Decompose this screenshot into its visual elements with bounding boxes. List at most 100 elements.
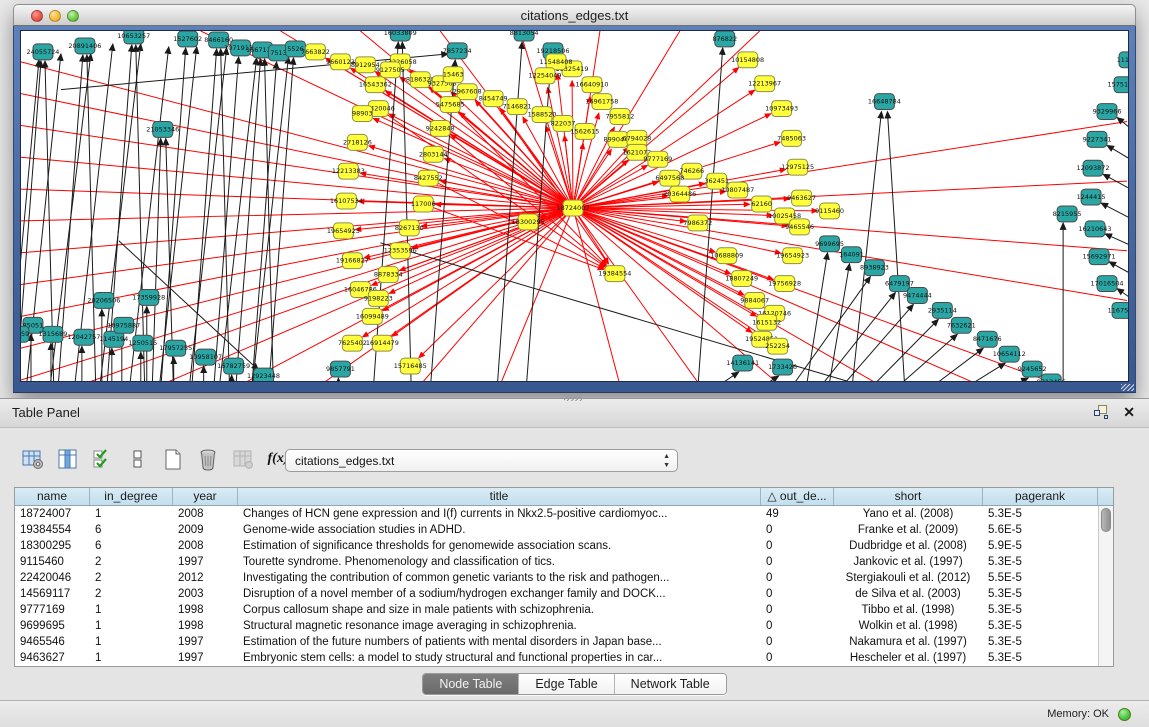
graph-node[interactable]: 20364486	[663, 186, 696, 202]
black-edge[interactable]	[693, 376, 779, 381]
graph-node[interactable]: 2803144	[419, 146, 448, 162]
graph-node[interactable]: 1167534	[1108, 302, 1128, 318]
table-selector-dropdown[interactable]: citations_edges.txt ▲▼	[285, 449, 678, 472]
graph-node[interactable]: 9699695	[815, 236, 844, 252]
graph-node[interactable]: 9777169	[643, 151, 672, 167]
graph-node[interactable]: 1250515	[128, 335, 157, 351]
graph-node[interactable]: 9329966	[1093, 104, 1122, 120]
graph-node[interactable]: 9465546	[785, 219, 814, 235]
graph-node[interactable]: 7485063	[777, 130, 806, 146]
graph-node[interactable]: 9463627	[787, 190, 816, 206]
scrollbar-thumb[interactable]	[1101, 508, 1111, 532]
graph-node[interactable]: 15751074	[1108, 77, 1128, 93]
black-edge[interactable]	[189, 49, 217, 381]
column-header-5[interactable]: short	[834, 488, 983, 505]
graph-node[interactable]: 9115460	[815, 203, 844, 219]
graph-node[interactable]: 10654112	[993, 346, 1026, 362]
table-settings-icon[interactable]	[20, 447, 46, 472]
network-canvas[interactable]: 2405572420891406106532571527602846616010…	[20, 30, 1129, 382]
memory-ok-icon[interactable]	[1118, 708, 1131, 721]
column-header-2[interactable]: year	[173, 488, 238, 505]
graph-node[interactable]: 7625402	[338, 335, 367, 351]
graph-node[interactable]: 98903	[352, 106, 373, 122]
black-edge[interactable]	[872, 348, 983, 381]
graph-node[interactable]: 7632621	[947, 317, 976, 333]
graph-node[interactable]: 9884067	[740, 293, 769, 309]
black-edge[interactable]	[917, 378, 1028, 381]
graph-node[interactable]: 16033809	[384, 31, 417, 41]
row-height-icon[interactable]	[125, 447, 151, 472]
minimize-window-button[interactable]	[49, 10, 61, 22]
red-edge[interactable]	[444, 159, 573, 208]
graph-node[interactable]: 17359928	[132, 290, 165, 306]
graph-node[interactable]: 9127505	[376, 62, 405, 78]
float-panel-icon[interactable]	[1094, 405, 1109, 420]
black-edge[interactable]	[156, 47, 197, 381]
table-scrollbar[interactable]	[1098, 506, 1113, 666]
select-rows-icon[interactable]	[90, 447, 116, 472]
red-edge[interactable]	[573, 208, 700, 381]
close-panel-icon[interactable]: ✕	[1123, 405, 1135, 420]
zoom-window-button[interactable]	[67, 10, 79, 22]
graph-node[interactable]: 8215955	[1053, 206, 1082, 222]
red-edge[interactable]	[573, 208, 620, 381]
new-table-icon[interactable]	[160, 447, 186, 472]
close-window-button[interactable]	[31, 10, 43, 22]
red-edge[interactable]	[557, 74, 573, 208]
black-edge[interactable]	[1107, 145, 1128, 169]
graph-node[interactable]: 12213383	[332, 163, 365, 179]
graph-node[interactable]: 18807249	[725, 271, 758, 287]
graph-node[interactable]: 19166827	[336, 253, 369, 269]
graph-node[interactable]: 20206506	[87, 293, 120, 309]
red-edge[interactable]	[572, 81, 573, 208]
window-resize-grip[interactable]	[1121, 384, 1134, 391]
graph-node[interactable]: 16099489	[356, 308, 389, 324]
graph-node[interactable]: 7955812	[605, 109, 634, 125]
graph-node[interactable]: 2718126	[343, 134, 372, 150]
column-chooser-icon[interactable]	[55, 447, 81, 472]
graph-node[interactable]: 1315689	[39, 326, 68, 342]
graph-node[interactable]: 1562615	[571, 123, 600, 139]
table-row[interactable]: 946362711997Embryonic stem cells: a mode…	[15, 650, 1113, 666]
graph-node[interactable]: 9857791	[326, 361, 355, 377]
graph-node[interactable]: 1733426	[768, 359, 797, 375]
graph-node[interactable]: 1615132	[752, 314, 781, 330]
graph-node[interactable]: 15463	[443, 67, 464, 83]
column-header-6[interactable]: pagerank	[983, 488, 1098, 505]
graph-node[interactable]: 876822	[712, 31, 737, 47]
graph-node[interactable]: 16914479	[366, 335, 399, 351]
window-titlebar[interactable]: citations_edges.txt	[13, 4, 1136, 26]
graph-node[interactable]: 12975125	[781, 159, 814, 175]
graph-node[interactable]: 19654923	[776, 248, 809, 264]
black-edge[interactable]	[136, 45, 146, 381]
black-edge[interactable]	[1103, 174, 1128, 198]
graph-node[interactable]: 14136141	[726, 355, 759, 371]
graph-node[interactable]: 62160	[751, 196, 772, 212]
network-graph[interactable]: 2405572420891406106532571527602846616010…	[21, 31, 1128, 381]
graph-node[interactable]: 15716485	[394, 358, 427, 374]
table-row[interactable]: 1872400712008Changes of HCN gene express…	[15, 506, 1113, 522]
column-header-0[interactable]: name	[15, 488, 90, 505]
black-edge[interactable]	[266, 58, 294, 381]
table-row[interactable]: 977716911998Corpus callosum shape and si…	[15, 602, 1113, 618]
graph-node[interactable]: 5475685	[436, 97, 465, 113]
graph-node[interactable]: 7857234	[443, 43, 472, 59]
graph-node[interactable]: 1244415	[1077, 189, 1106, 205]
graph-node[interactable]: 8813054	[510, 31, 539, 41]
black-edge[interactable]	[803, 304, 914, 381]
graph-node[interactable]: 8471676	[973, 331, 1002, 347]
graph-node[interactable]: 39159	[21, 326, 29, 342]
graph-node[interactable]: 16640910	[575, 77, 608, 93]
tab-node-table[interactable]: Node Table	[423, 674, 519, 694]
table-row[interactable]: 1830029562008Estimation of significance …	[15, 538, 1113, 554]
table-row[interactable]: 2242004622012Investigating the contribut…	[15, 570, 1113, 586]
graph-node[interactable]: 8427552	[414, 170, 443, 186]
tab-edge-table[interactable]: Edge Table	[519, 674, 614, 694]
import-table-icon[interactable]	[230, 447, 256, 472]
graph-node[interactable]: 9227341	[1083, 131, 1112, 147]
graph-node[interactable]: 7986372	[683, 215, 712, 231]
column-header-4[interactable]: △ out_de...	[761, 488, 834, 505]
table-row[interactable]: 1938455462009Genome-wide association stu…	[15, 522, 1113, 538]
graph-node[interactable]: 9242848	[426, 120, 455, 136]
table-row[interactable]: 946554611997Estimation of the future num…	[15, 634, 1113, 650]
